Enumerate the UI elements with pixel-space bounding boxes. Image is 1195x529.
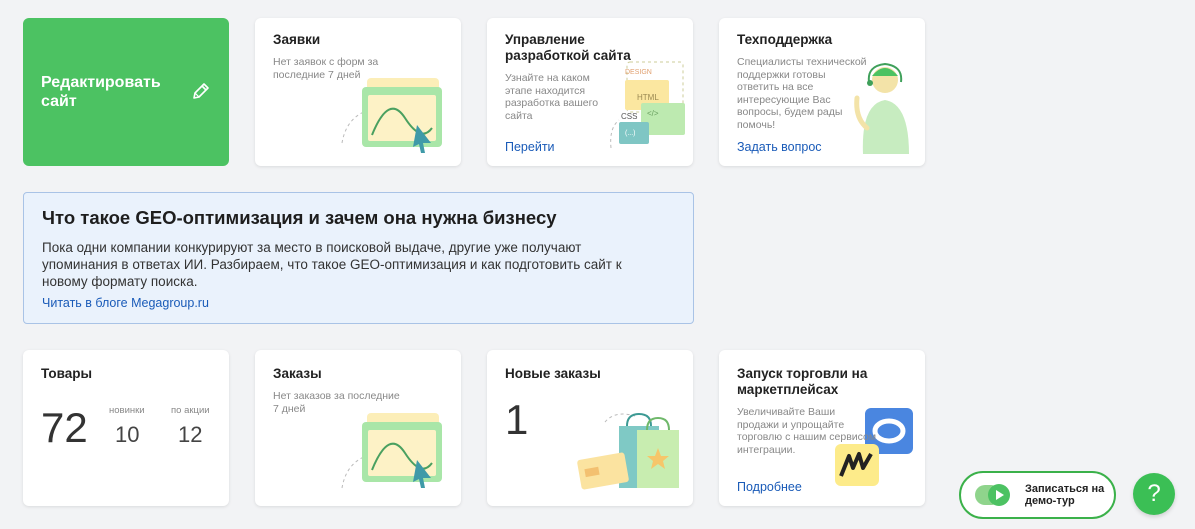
question-icon: ? xyxy=(1147,480,1161,507)
requests-card[interactable]: Заявки Нет заявок с форм за последние 7 … xyxy=(255,18,461,166)
products-promo-label: по акции xyxy=(171,405,210,416)
blog-link[interactable]: Читать в блоге Megagroup.ru xyxy=(42,296,209,310)
products-promo-value: 12 xyxy=(178,422,203,447)
marketplace-card[interactable]: Запуск торговли на маркетплейсах Увеличи… xyxy=(719,350,925,506)
shopping-bag-illustration xyxy=(577,412,679,490)
new-orders-title: Новые заказы xyxy=(505,366,601,381)
orders-title: Заказы xyxy=(273,366,322,381)
css-tag: CSS xyxy=(621,112,637,121)
marketplace-title: Запуск торговли на маркетплейсах xyxy=(737,366,868,397)
support-title: Техподдержка xyxy=(737,32,833,47)
edit-site-label: Редактировать сайт xyxy=(41,74,161,110)
requests-title: Заявки xyxy=(273,32,321,47)
support-agent-illustration xyxy=(854,62,909,154)
demo-tour-label: Записаться на демо-тур xyxy=(1025,483,1105,507)
products-new-label: новинки xyxy=(109,405,145,416)
dev-link[interactable]: Перейти xyxy=(505,140,555,154)
products-new-value: 10 xyxy=(115,422,140,447)
pencil-icon xyxy=(193,83,209,99)
parens-tag: (...) xyxy=(625,130,636,137)
orders-card[interactable]: Заказы Нет заказов за последние 7 дней xyxy=(255,350,461,506)
products-total: 72 xyxy=(41,404,88,451)
video-play-icon xyxy=(975,484,1010,506)
new-orders-value: 1 xyxy=(505,396,529,443)
dev-desc: Узнайте на каком этапе находится разрабо… xyxy=(505,72,599,122)
demo-tour-button[interactable]: Записаться на демо-тур xyxy=(959,471,1116,519)
new-orders-card[interactable]: Новые заказы 1 xyxy=(487,350,693,506)
blog-banner: Что такое GEO-оптимизация и зачем она ну… xyxy=(23,192,694,324)
dev-card[interactable]: Управление разработкой сайта Узнайте на … xyxy=(487,18,693,166)
code-brackets-tag: </> xyxy=(647,109,659,118)
products-title: Товары xyxy=(41,366,93,381)
chart-window-illustration xyxy=(341,78,442,153)
help-button[interactable]: ? xyxy=(1133,473,1175,515)
html-tag: HTML xyxy=(637,93,659,102)
code-window-illustration: DESIGN HTML </> CSS (...) xyxy=(610,61,685,149)
support-card[interactable]: Техподдержка Специалисты технической под… xyxy=(719,18,925,166)
edit-site-button[interactable]: Редактировать сайт xyxy=(23,18,229,166)
design-tag: DESIGN xyxy=(625,69,652,76)
chart-window-illustration xyxy=(341,413,442,489)
support-link[interactable]: Задать вопрос xyxy=(737,140,822,154)
products-card[interactable]: Товары 72 новинки 10 по акции 12 xyxy=(23,350,229,506)
blog-title: Что такое GEO-оптимизация и зачем она ну… xyxy=(42,207,557,228)
blog-text: Пока одни компании конкурируют за место … xyxy=(42,240,622,289)
marketplace-desc: Увеличивайте Ваши продажи и упрощайте то… xyxy=(737,406,877,456)
marketplace-link[interactable]: Подробнее xyxy=(737,480,802,494)
